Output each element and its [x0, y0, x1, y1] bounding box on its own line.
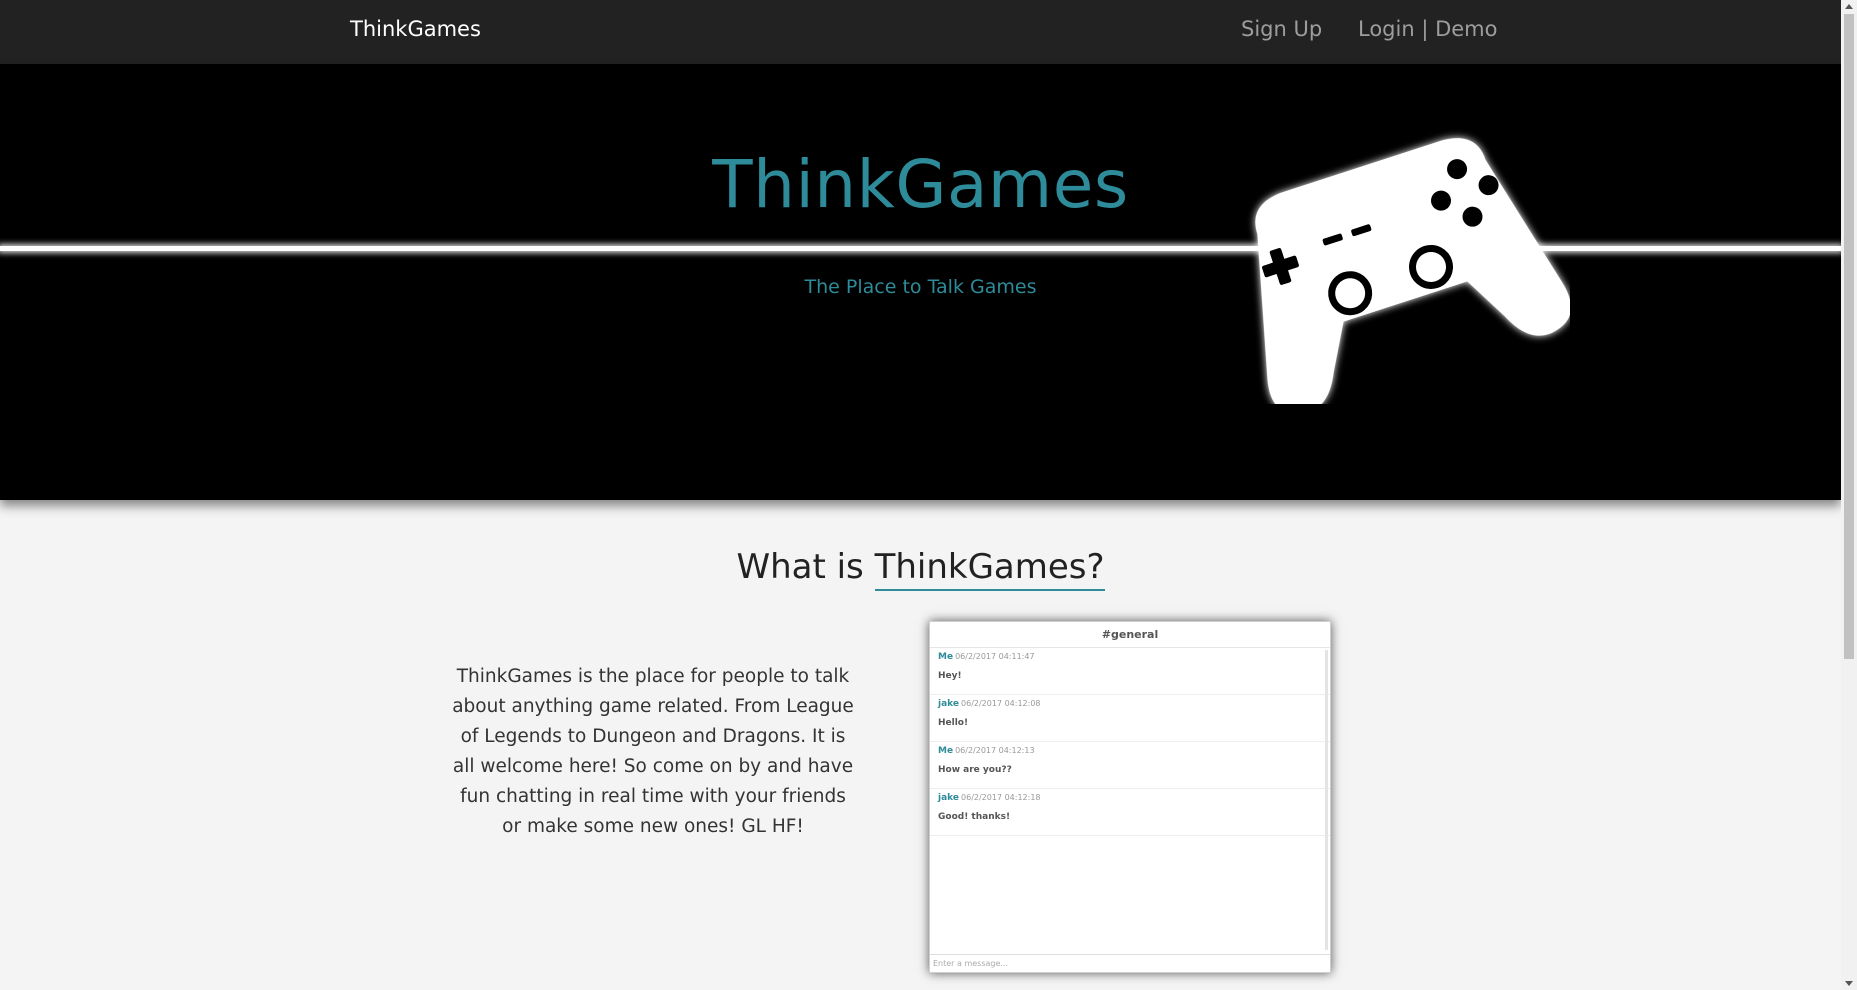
chat-message: Me 06/2/2017 04:11:47 Hey! — [930, 648, 1330, 695]
sign-up-link[interactable]: Sign Up — [1241, 17, 1322, 41]
hero-banner: ThinkGames The Place to Talk Games — [0, 64, 1841, 500]
chat-scrollbar — [1325, 650, 1328, 950]
about-heading-prefix: What is — [736, 547, 875, 587]
chat-message-text: Hello! — [938, 718, 969, 728]
scroll-down-arrow-icon[interactable] — [1845, 981, 1853, 986]
chat-timestamp: 06/2/2017 04:12:13 — [955, 746, 1035, 755]
chat-username: Me — [938, 652, 954, 662]
gamepad-icon — [1255, 138, 1570, 404]
top-navbar: ThinkGames Sign Up Login | Demo — [0, 0, 1841, 64]
about-heading-brand: ThinkGames? — [874, 547, 1105, 591]
scrollbar-thumb[interactable] — [1844, 14, 1854, 659]
chat-message-input: Enter a message... — [930, 954, 1330, 972]
about-description: ThinkGames is the place for people to ta… — [452, 666, 854, 837]
about-heading: What is ThinkGames? — [0, 547, 1841, 591]
chat-message: jake 06/2/2017 04:12:18 Good! thanks! — [930, 789, 1330, 836]
chat-message-text: Good! thanks! — [938, 812, 1011, 822]
chat-username: Me — [938, 746, 954, 756]
chat-message-text: How are you?? — [938, 765, 1012, 775]
chat-timestamp: 06/2/2017 04:11:47 — [955, 652, 1035, 661]
chat-message-text: Hey! — [938, 671, 962, 681]
login-demo-link[interactable]: Login | Demo — [1358, 17, 1497, 41]
page-scrollbar[interactable] — [1841, 0, 1857, 990]
chat-timestamp: 06/2/2017 04:12:08 — [961, 699, 1041, 708]
chat-message: jake 06/2/2017 04:12:08 Hello! — [930, 695, 1330, 742]
chat-message: Me 06/2/2017 04:12:13 How are you?? — [930, 742, 1330, 789]
chat-preview-window: #general Me 06/2/2017 04:11:47 Hey! jake 0… — [929, 621, 1331, 973]
chat-timestamp: 06/2/2017 04:12:18 — [961, 793, 1041, 802]
chat-username: jake — [938, 699, 960, 709]
chat-channel-title: #general — [930, 622, 1330, 648]
chat-username: jake — [938, 793, 960, 803]
navbar-brand-link[interactable]: ThinkGames — [350, 17, 481, 41]
scroll-up-arrow-icon[interactable] — [1845, 4, 1853, 9]
